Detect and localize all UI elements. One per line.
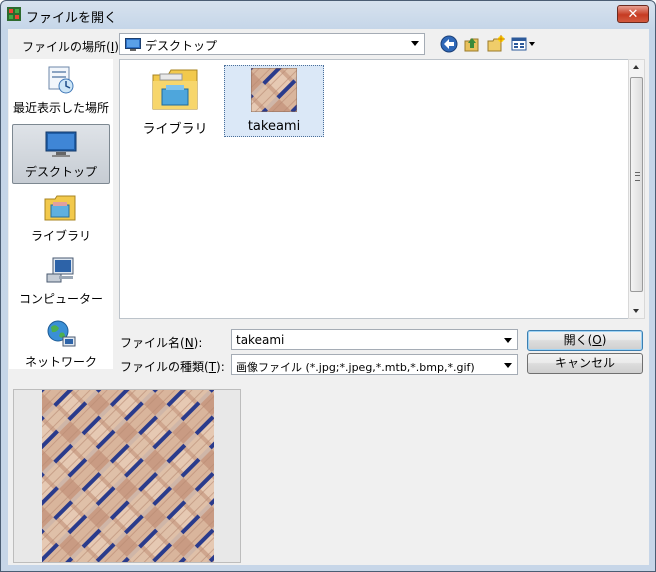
place-network[interactable]: ネットワーク — [9, 315, 113, 375]
scroll-up-icon[interactable] — [633, 65, 639, 69]
app-icon — [7, 7, 21, 21]
place-desktop[interactable]: デスクトップ — [12, 124, 110, 184]
library-folder-icon — [152, 69, 198, 110]
open-file-dialog: ファイルを開く ✕ ファイルの場所(I): デスクトップ 最近表示した場所 デス… — [0, 0, 656, 572]
new-folder-icon[interactable] — [486, 34, 506, 54]
network-icon — [47, 320, 76, 347]
file-item-label: ライブラリ — [142, 122, 208, 137]
file-item-library[interactable]: ライブラリ — [125, 65, 225, 137]
file-list-scrollbar[interactable] — [628, 59, 645, 319]
look-in-dropdown[interactable]: デスクトップ — [119, 33, 425, 55]
file-item-label: takeami — [247, 119, 301, 134]
look-in-value: デスクトップ — [145, 39, 218, 53]
title-bar[interactable]: ファイルを開く ✕ — [1, 1, 655, 29]
filename-input[interactable]: takeami — [231, 329, 518, 350]
file-item-takeami[interactable]: takeami — [224, 65, 324, 137]
image-preview — [13, 389, 241, 563]
cancel-button[interactable]: キャンセル — [527, 353, 643, 374]
desktop-icon — [125, 38, 141, 51]
up-folder-icon[interactable] — [462, 34, 482, 54]
scrollbar-thumb[interactable] — [630, 77, 643, 292]
close-icon: ✕ — [627, 7, 639, 22]
place-label: デスクトップ — [24, 165, 97, 179]
place-label: ライブラリ — [30, 229, 91, 243]
recent-places-icon — [48, 66, 74, 94]
filetype-value: 画像ファイル (*.jpg;*.jpeg,*.mtb,*.bmp,*.gif) — [236, 361, 475, 374]
filetype-dropdown[interactable]: 画像ファイル (*.jpg;*.jpeg,*.mtb,*.bmp,*.gif) — [231, 354, 518, 375]
image-thumbnail-icon — [251, 68, 297, 112]
place-label: コンピューター — [18, 292, 103, 306]
library-icon — [44, 195, 76, 221]
back-arrow-icon[interactable] — [439, 34, 459, 54]
close-button[interactable]: ✕ — [617, 5, 649, 23]
open-button[interactable]: 開く(O) — [527, 330, 643, 351]
computer-icon — [46, 257, 74, 283]
places-bar: 最近表示した場所 デスクトップ ライブラリ コンピューター ネットワーク — [9, 59, 113, 369]
chevron-down-icon[interactable] — [504, 338, 512, 343]
place-computer[interactable]: コンピューター — [9, 252, 113, 312]
scroll-down-icon[interactable] — [633, 309, 639, 313]
filename-label: ファイル名(N): — [120, 336, 203, 350]
grip-icon — [635, 172, 640, 181]
desktop-icon — [45, 131, 77, 157]
chevron-down-icon[interactable] — [504, 363, 512, 368]
place-library[interactable]: ライブラリ — [9, 189, 113, 249]
preview-image — [42, 390, 214, 562]
place-recent[interactable]: 最近表示した場所 — [9, 61, 113, 121]
filename-value: takeami — [236, 333, 285, 347]
filetype-label: ファイルの種類(T): — [120, 360, 225, 374]
place-label: ネットワーク — [24, 355, 97, 369]
chevron-down-icon[interactable] — [411, 41, 419, 46]
window-title: ファイルを開く — [26, 11, 118, 26]
views-menu-icon[interactable] — [510, 34, 536, 54]
place-label: 最近表示した場所 — [12, 101, 109, 115]
look-in-label: ファイルの場所(I): — [22, 40, 123, 54]
